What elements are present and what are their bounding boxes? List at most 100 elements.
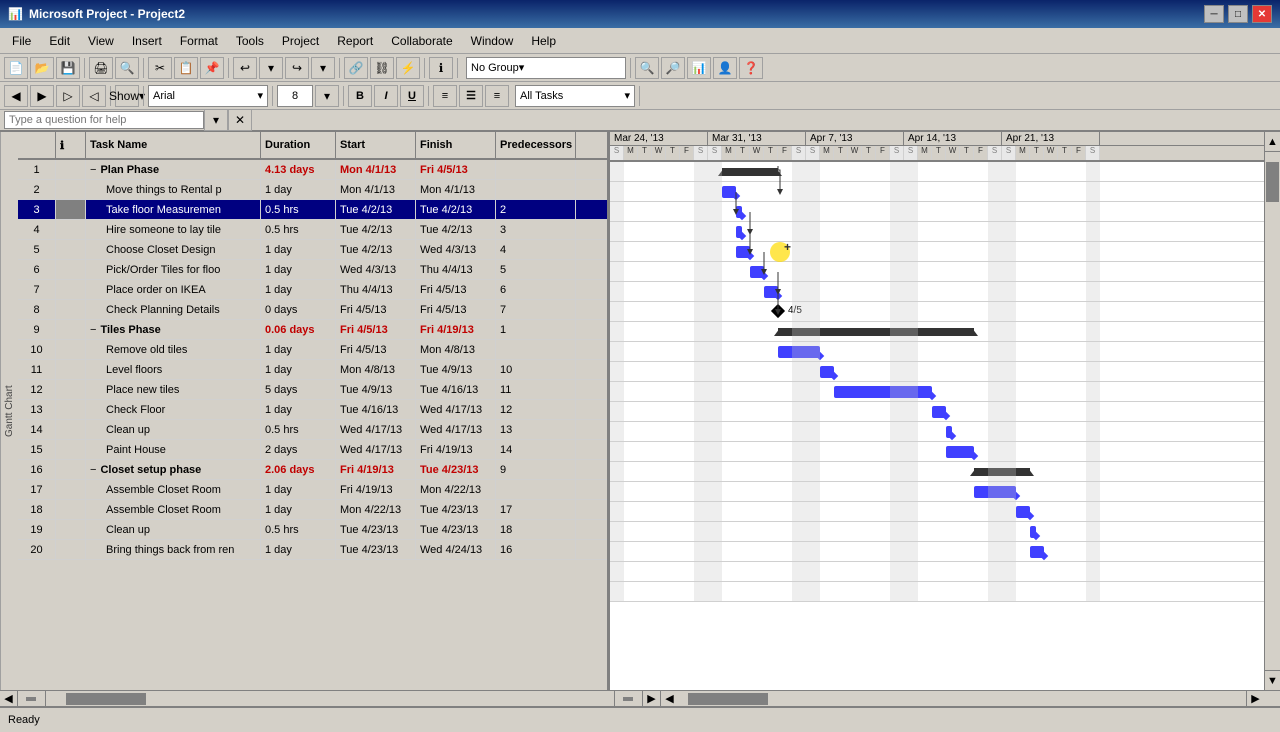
table-row[interactable]: 12Place new tiles5 daysTue 4/9/13Tue 4/1… [18, 380, 607, 400]
font-name-select[interactable]: Arial ▾ [148, 85, 268, 107]
undo-button[interactable]: ↩ [233, 57, 257, 79]
resource-button[interactable]: 👤 [713, 57, 737, 79]
indent-right-button[interactable]: ▶ [30, 85, 54, 107]
vertical-scrollbar[interactable]: ▲ ▼ [1264, 132, 1280, 690]
table-row[interactable]: 16−Closet setup phase2.06 daysFri 4/19/1… [18, 460, 607, 480]
menu-tools[interactable]: Tools [228, 32, 272, 50]
menu-insert[interactable]: Insert [124, 32, 170, 50]
menu-edit[interactable]: Edit [41, 32, 78, 50]
gantt-bar[interactable] [736, 246, 750, 258]
copy-button[interactable]: 📋 [174, 57, 198, 79]
gantt-bar[interactable] [750, 266, 764, 278]
table-row[interactable]: 5Choose Closet Design1 dayTue 4/2/13Wed … [18, 240, 607, 260]
gantt-bar[interactable] [946, 446, 974, 458]
indent-button[interactable]: ▷ [56, 85, 80, 107]
bold-button[interactable]: B [348, 85, 372, 107]
gantt-summary-bar[interactable] [722, 168, 778, 176]
cut-button[interactable]: ✂ [148, 57, 172, 79]
zoom-out-button[interactable]: 🔎 [661, 57, 685, 79]
table-row[interactable]: 18Assemble Closet Room1 dayMon 4/22/13Tu… [18, 500, 607, 520]
outdent-button[interactable]: ◁ [82, 85, 106, 107]
phase-collapse-icon[interactable]: − [90, 324, 96, 336]
open-button[interactable]: 📂 [30, 57, 54, 79]
gantt-h-scroll-thumb[interactable] [688, 693, 768, 705]
table-row[interactable]: 3Take floor Measuremen0.5 hrsTue 4/2/13T… [18, 200, 607, 220]
table-row[interactable]: 20Bring things back from ren1 dayTue 4/2… [18, 540, 607, 560]
gantt-summary-bar[interactable] [974, 468, 1030, 476]
indent-left-button[interactable]: ◀ [4, 85, 28, 107]
table-row[interactable]: 2Move things to Rental p1 dayMon 4/1/13M… [18, 180, 607, 200]
gantt-milestone[interactable] [771, 304, 785, 318]
help-search-arrow[interactable]: ▾ [204, 109, 228, 131]
gantt-bar[interactable] [764, 286, 778, 298]
table-row[interactable]: 4Hire someone to lay tile0.5 hrsTue 4/2/… [18, 220, 607, 240]
redo-button[interactable]: ↪ [285, 57, 309, 79]
italic-button[interactable]: I [374, 85, 398, 107]
col-header-taskname[interactable]: Task Name [86, 132, 261, 158]
gantt-bar[interactable] [1030, 546, 1044, 558]
preview-button[interactable]: 🔍 [115, 57, 139, 79]
redo-dropdown[interactable]: ▾ [311, 57, 335, 79]
underline-button[interactable]: U [400, 85, 424, 107]
table-row[interactable]: 13Check Floor1 dayTue 4/16/13Wed 4/17/13… [18, 400, 607, 420]
scroll-right-button[interactable]: ▶ [642, 691, 660, 706]
menu-file[interactable]: File [4, 32, 39, 50]
phase-collapse-icon[interactable]: − [90, 164, 96, 176]
gantt-chart-button[interactable]: 📊 [687, 57, 711, 79]
table-row[interactable]: 6Pick/Order Tiles for floo1 dayWed 4/3/1… [18, 260, 607, 280]
paste-button[interactable]: 📌 [200, 57, 224, 79]
gantt-bar[interactable] [736, 226, 742, 238]
menu-view[interactable]: View [80, 32, 122, 50]
gantt-scroll-left-button[interactable]: ◀ [660, 691, 678, 706]
scroll-up-button[interactable]: ▲ [1265, 132, 1280, 152]
scroll-right-gantt-button[interactable] [614, 691, 642, 706]
info-button[interactable]: ℹ [429, 57, 453, 79]
table-row[interactable]: 14Clean up0.5 hrsWed 4/17/13Wed 4/17/131… [18, 420, 607, 440]
gantt-bar[interactable] [932, 406, 946, 418]
show-button[interactable]: Show▾ [115, 85, 139, 107]
gantt-bar[interactable] [778, 346, 820, 358]
menu-report[interactable]: Report [329, 32, 381, 50]
scroll-left-small-button[interactable] [18, 691, 46, 706]
gantt-bar[interactable] [736, 206, 742, 218]
table-row[interactable]: 7Place order on IKEA1 dayThu 4/4/13Fri 4… [18, 280, 607, 300]
align-left-button[interactable]: ≡ [433, 85, 457, 107]
table-row[interactable]: 11Level floors1 dayMon 4/8/13Tue 4/9/131… [18, 360, 607, 380]
col-header-duration[interactable]: Duration [261, 132, 336, 158]
table-row[interactable]: 15Paint House2 daysWed 4/17/13Fri 4/19/1… [18, 440, 607, 460]
undo-dropdown[interactable]: ▾ [259, 57, 283, 79]
menu-window[interactable]: Window [463, 32, 522, 50]
gantt-bar[interactable] [820, 366, 834, 378]
table-row[interactable]: 8Check Planning Details0 daysFri 4/5/13F… [18, 300, 607, 320]
phase-collapse-icon[interactable]: − [90, 464, 96, 476]
table-row[interactable]: 1−Plan Phase4.13 daysMon 4/1/13Fri 4/5/1… [18, 160, 607, 180]
scroll-left-button[interactable]: ◀ [0, 691, 18, 706]
link-button[interactable]: 🔗 [344, 57, 368, 79]
table-row[interactable]: 10Remove old tiles1 dayFri 4/5/13Mon 4/8… [18, 340, 607, 360]
table-row[interactable]: 19Clean up0.5 hrsTue 4/23/13Tue 4/23/131… [18, 520, 607, 540]
gantt-summary-bar[interactable] [778, 328, 974, 336]
table-row[interactable]: 17Assemble Closet Room1 dayFri 4/19/13Mo… [18, 480, 607, 500]
scroll-down-button[interactable]: ▼ [1265, 670, 1280, 690]
font-size-input[interactable] [277, 85, 313, 107]
task-filter-select[interactable]: All Tasks ▾ [515, 85, 635, 107]
gantt-bar[interactable] [1016, 506, 1030, 518]
align-right-button[interactable]: ≡ [485, 85, 509, 107]
col-header-start[interactable]: Start [336, 132, 416, 158]
col-header-finish[interactable]: Finish [416, 132, 496, 158]
help-input[interactable] [4, 111, 204, 129]
menu-project[interactable]: Project [274, 32, 327, 50]
unlink-button[interactable]: ⛓ [370, 57, 394, 79]
gantt-bar[interactable] [834, 386, 932, 398]
close-button[interactable]: ✕ [1252, 5, 1272, 23]
menu-collaborate[interactable]: Collaborate [383, 32, 460, 50]
help-btn[interactable]: ❓ [739, 57, 763, 79]
menu-help[interactable]: Help [523, 32, 564, 50]
gantt-bar[interactable] [946, 426, 952, 438]
group-select[interactable]: No Group ▾ [466, 57, 626, 79]
split-button[interactable]: ⚡ [396, 57, 420, 79]
col-header-predecessors[interactable]: Predecessors [496, 132, 576, 158]
align-center-button[interactable]: ☰ [459, 85, 483, 107]
maximize-button[interactable]: □ [1228, 5, 1248, 23]
gantt-scroll-right-button[interactable]: ▶ [1246, 691, 1264, 706]
